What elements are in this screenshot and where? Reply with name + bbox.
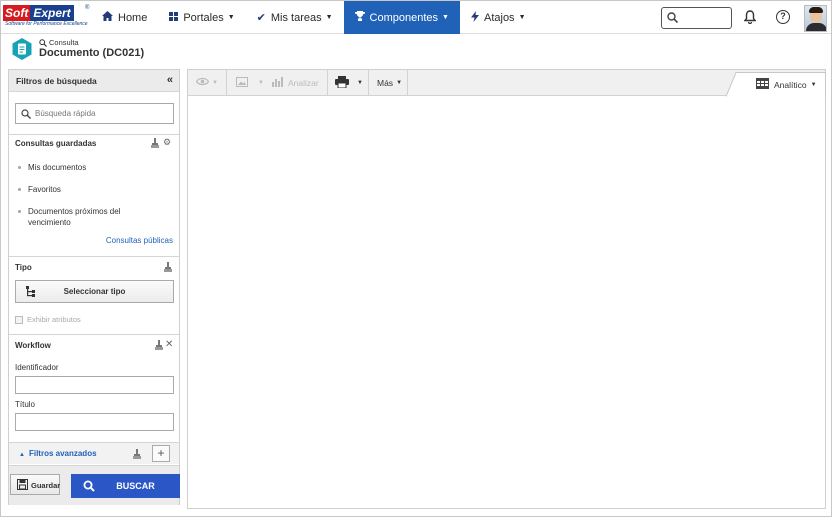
title-label: Título	[15, 400, 36, 409]
results-area: ▼ ▼ Analizar ▼ Más ▼ Analítico ▼	[187, 69, 826, 509]
analyze-button[interactable]: Analizar	[272, 70, 319, 95]
nav-home[interactable]: Home	[91, 1, 158, 34]
floppy-icon	[17, 479, 28, 490]
show-attributes-checkbox[interactable]: Exhibir atributos	[15, 315, 81, 324]
chevron-down-icon: ▼	[810, 81, 817, 88]
chevron-down-icon: ▼	[357, 79, 363, 86]
filter-panel-title: Filtros de búsqueda	[16, 76, 97, 86]
public-queries-link[interactable]: Consultas públicas	[106, 236, 173, 245]
document-hex-icon	[12, 38, 32, 60]
logo-tagline: Software for Performance Excellence	[5, 21, 88, 27]
add-filter-button[interactable]: +	[152, 445, 170, 462]
analyze-label: Analizar	[288, 77, 319, 88]
saved-query-item[interactable]: Favoritos	[18, 184, 61, 195]
analytic-view-dropdown[interactable]: Analítico ▼	[756, 78, 817, 91]
logo-registered: ®	[85, 5, 90, 11]
grid-icon	[169, 11, 179, 24]
top-navbar: Soft Expert ® Software for Performance E…	[1, 1, 831, 34]
search-button[interactable]: BUSCAR	[71, 474, 180, 498]
nav-portales[interactable]: Portales ▼	[158, 1, 245, 34]
filter-panel: Filtros de búsqueda « Búsqueda rápida Co…	[8, 69, 180, 505]
select-type-label: Seleccionar tipo	[63, 287, 126, 296]
saved-queries-title: Consultas guardadas	[15, 139, 97, 148]
image-icon	[236, 76, 248, 89]
home-icon	[102, 11, 113, 24]
tree-icon	[26, 286, 35, 297]
clear-filter-icon[interactable]	[151, 138, 159, 150]
softexpert-logo[interactable]: Soft Expert ® Software for Performance E…	[3, 5, 90, 29]
check-icon: ✔	[256, 12, 266, 24]
avatar[interactable]	[804, 5, 827, 32]
quick-search-placeholder: Búsqueda rápida	[35, 109, 96, 118]
filter-panel-footer: Guardar BUSCAR	[9, 465, 180, 505]
filter-panel-header: Filtros de búsqueda «	[9, 70, 179, 92]
more-label: Más	[377, 77, 394, 88]
nav-componentes-label: Componentes	[369, 11, 439, 24]
page-header: Consulta Documento (DC021)	[1, 35, 831, 65]
logo-expert: Expert	[30, 5, 74, 21]
nav-atajos[interactable]: Atajos ▼	[460, 1, 537, 34]
identifier-field[interactable]	[15, 376, 174, 394]
save-button[interactable]: Guardar	[10, 474, 60, 495]
search-icon	[39, 38, 47, 47]
nav-portales-label: Portales	[183, 11, 224, 24]
clear-filter-icon[interactable]	[155, 340, 163, 352]
breadcrumb: Consulta	[39, 38, 79, 47]
bar-chart-icon	[272, 76, 283, 89]
search-icon	[83, 480, 95, 492]
nav-atajos-label: Atajos	[483, 11, 515, 24]
advanced-filters-toggle[interactable]: ▲ Filtros avanzados	[19, 449, 97, 458]
quick-search-input[interactable]: Búsqueda rápida	[15, 103, 174, 124]
clear-filter-icon[interactable]	[133, 449, 141, 461]
select-type-button[interactable]: Seleccionar tipo	[15, 280, 174, 303]
main-nav: Home Portales ▼ ✔ Mis tareas ▼ Component…	[91, 1, 537, 34]
printer-icon	[335, 75, 349, 90]
more-menu[interactable]: Más ▼	[377, 70, 402, 95]
gear-icon[interactable]: ⚙	[163, 137, 171, 148]
chevron-down-icon: ▼	[518, 14, 526, 21]
search-icon	[21, 109, 31, 119]
view-button[interactable]: ▼	[195, 70, 218, 95]
image-button[interactable]: ▼	[236, 70, 264, 95]
title-field[interactable]	[15, 413, 174, 431]
view-label: Analítico	[774, 79, 807, 90]
search-icon	[667, 12, 678, 23]
chevron-down-icon: ▼	[325, 14, 333, 21]
bolt-icon	[470, 10, 479, 25]
global-search-input[interactable]	[661, 7, 732, 29]
saved-query-item[interactable]: Documentos próximos del vencimiento	[18, 206, 149, 228]
print-button[interactable]: ▼	[335, 70, 363, 95]
advanced-filters-bar: ▲ Filtros avanzados +	[9, 442, 179, 464]
chevron-down-icon: ▼	[212, 79, 218, 86]
chevron-down-icon: ▼	[396, 79, 403, 86]
logo-soft: Soft	[3, 5, 31, 21]
app-window: Soft Expert ® Software for Performance E…	[0, 0, 832, 517]
identifier-label: Identificador	[15, 363, 59, 372]
results-toolbar: ▼ ▼ Analizar ▼ Más ▼ Analítico ▼	[188, 70, 826, 97]
nav-tareas-label: Mis tareas	[270, 11, 322, 24]
breadcrumb-label: Consulta	[49, 38, 79, 47]
tipo-title: Tipo	[15, 263, 32, 272]
nav-mis-tareas[interactable]: ✔ Mis tareas ▼	[246, 1, 344, 34]
table-icon	[756, 78, 769, 91]
saved-query-item[interactable]: Mis documentos	[17, 162, 86, 173]
chevron-up-icon: ▲	[19, 452, 25, 458]
nav-home-label: Home	[118, 11, 148, 24]
nav-componentes[interactable]: Componentes ▼	[343, 1, 460, 34]
bell-icon[interactable]	[743, 10, 757, 27]
workflow-title: Workflow	[15, 341, 51, 350]
chevron-down-icon: ▼	[258, 79, 264, 86]
chevron-down-icon: ▼	[442, 14, 449, 21]
close-icon[interactable]: ✕	[165, 339, 173, 350]
clear-filter-icon[interactable]	[164, 262, 172, 274]
help-icon[interactable]: ?	[776, 10, 790, 24]
page-title: Documento (DC021)	[39, 47, 145, 59]
eye-icon	[195, 77, 210, 88]
chevron-down-icon: ▼	[227, 14, 235, 21]
trophy-icon	[354, 11, 365, 24]
collapse-icon[interactable]: «	[167, 74, 173, 86]
